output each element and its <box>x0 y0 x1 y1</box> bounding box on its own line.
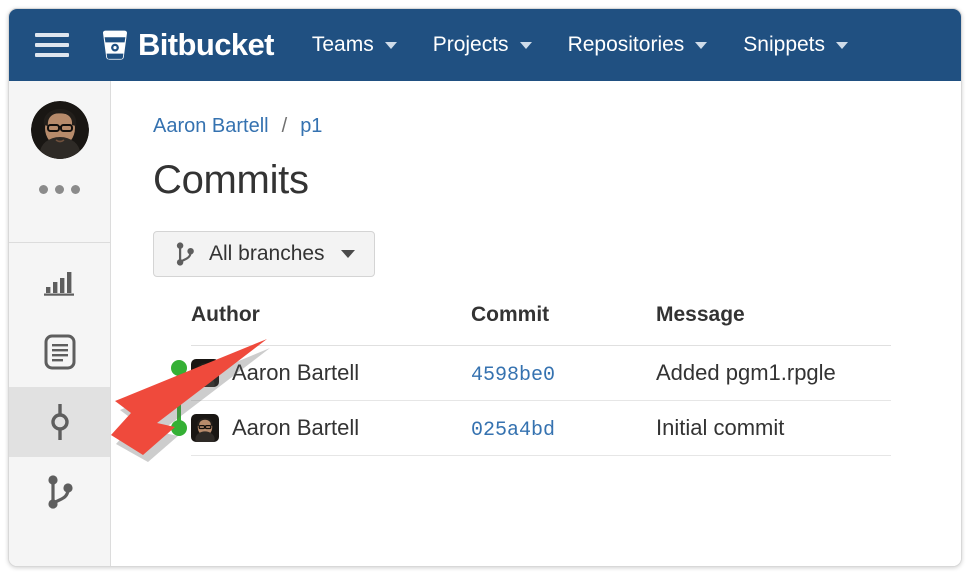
left-sidebar <box>9 81 111 566</box>
sidebar-item-overview[interactable] <box>9 247 110 317</box>
chevron-down-icon <box>340 250 355 258</box>
breadcrumb-repo-link[interactable]: p1 <box>300 115 322 138</box>
nav-item-repositories[interactable]: Repositories <box>568 33 708 57</box>
breadcrumb: Aaron Bartell / p1 <box>153 115 961 138</box>
author-name: Aaron Bartell <box>232 360 360 385</box>
sidebar-nav <box>9 243 110 527</box>
nav-item-label: Teams <box>311 33 374 56</box>
nav-item-label: Projects <box>432 33 509 56</box>
brand-name: Bitbucket <box>138 27 274 62</box>
commits-table: Author Commit Message Aaron Bartell 4598… <box>191 303 891 456</box>
sidebar-item-commits[interactable] <box>9 387 110 457</box>
cell-author: Aaron Bartell <box>191 400 471 456</box>
sidebar-item-branches[interactable] <box>9 457 110 527</box>
commit-hash-link[interactable]: 4598be0 <box>471 364 555 387</box>
bitbucket-brand-link[interactable]: Bitbucket <box>101 27 274 63</box>
sidebar-profile-section <box>9 81 110 243</box>
chevron-down-icon <box>519 41 532 49</box>
avatar[interactable] <box>30 101 89 159</box>
branch-fork-icon <box>176 242 194 266</box>
nav-item-label: Repositories <box>567 33 685 56</box>
bar-chart-icon <box>43 272 74 296</box>
user-avatar-photo <box>191 359 219 387</box>
commits-table-wrap: Author Commit Message Aaron Bartell 4598… <box>153 303 961 456</box>
column-header-message[interactable]: Message <box>656 303 891 346</box>
branch-fork-icon <box>47 475 73 509</box>
table-row[interactable]: Aaron Bartell 025a4bd Initial commit <box>191 400 891 456</box>
branch-filter-label: All branches <box>209 242 325 265</box>
main-content: Aaron Bartell / p1 Commits All branches <box>111 81 961 566</box>
chevron-down-icon <box>836 41 849 49</box>
sidebar-item-source[interactable] <box>9 317 110 387</box>
chevron-down-icon <box>695 41 708 49</box>
hamburger-menu-icon[interactable] <box>35 33 69 57</box>
cell-message: Added pgm1.rpgle <box>656 345 891 401</box>
avatar <box>191 414 219 442</box>
ellipsis-more-icon[interactable] <box>39 185 80 194</box>
commit-graph-dot <box>171 360 187 376</box>
cell-message: Initial commit <box>656 400 891 456</box>
column-header-author[interactable]: Author <box>191 303 471 346</box>
commit-graph-line <box>177 368 181 428</box>
user-avatar-photo <box>191 414 219 442</box>
top-navigation-bar: Bitbucket Teams Projects Repositories Sn… <box>9 9 961 81</box>
user-avatar-photo <box>30 101 89 159</box>
main-nav: Teams Projects Repositories Snippets <box>312 33 884 57</box>
author-name: Aaron Bartell <box>232 415 360 440</box>
breadcrumb-owner-link[interactable]: Aaron Bartell <box>153 115 269 138</box>
table-row[interactable]: Aaron Bartell 4598be0 Added pgm1.rpgle <box>191 345 891 401</box>
nav-item-projects[interactable]: Projects <box>433 33 532 57</box>
column-header-commit[interactable]: Commit <box>471 303 656 346</box>
branch-filter-button[interactable]: All branches <box>153 231 375 277</box>
chevron-down-icon <box>384 41 397 49</box>
commit-graph-dot <box>171 420 187 436</box>
document-source-icon <box>44 334 75 370</box>
bitbucket-bucket-logo-icon <box>103 30 127 60</box>
table-header-row: Author Commit Message <box>191 303 891 346</box>
page-title: Commits <box>153 158 309 202</box>
avatar <box>191 359 219 387</box>
commits-node-icon <box>50 404 69 440</box>
cell-author: Aaron Bartell <box>191 345 471 401</box>
commit-hash-link[interactable]: 025a4bd <box>471 419 555 442</box>
browser-window: Bitbucket Teams Projects Repositories Sn… <box>8 8 962 567</box>
breadcrumb-separator: / <box>281 115 288 137</box>
cell-commit: 4598be0 <box>471 345 656 401</box>
nav-item-teams[interactable]: Teams <box>312 33 397 57</box>
nav-item-snippets[interactable]: Snippets <box>743 33 849 57</box>
cell-commit: 025a4bd <box>471 400 656 456</box>
nav-item-label: Snippets <box>743 33 826 56</box>
